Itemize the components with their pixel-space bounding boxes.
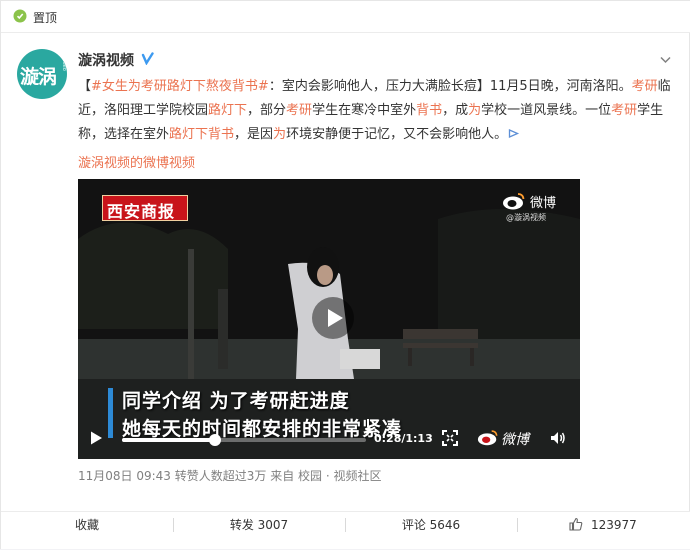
avatar-text: 漩涡 bbox=[20, 66, 57, 88]
post-text-segment: 学生在寒冷中室外 bbox=[312, 103, 417, 118]
repost-button[interactable]: 转发 3007 bbox=[173, 512, 345, 550]
pinned-bar: 置顶 bbox=[1, 1, 690, 33]
post-highlight[interactable]: 路灯下 bbox=[208, 103, 247, 118]
post-highlight[interactable]: 考研 bbox=[611, 103, 637, 118]
weibo-logo-icon bbox=[503, 193, 525, 210]
weibo-logo-icon bbox=[477, 430, 498, 446]
comment-label: 评论 5646 bbox=[401, 518, 461, 532]
post-highlight[interactable]: 考研 bbox=[286, 103, 312, 118]
pin-icon bbox=[13, 9, 27, 23]
post-highlight[interactable]: 考研 bbox=[632, 79, 658, 94]
weibo-control[interactable]: 微博 bbox=[477, 427, 537, 449]
post-text-segment: ：室内会影响他人，压力大满脸长痘】11月5日晚，河南洛阳。 bbox=[268, 79, 632, 94]
post-highlight[interactable]: #女生为考研路灯下熬夜背书# bbox=[91, 79, 269, 94]
news-logo-text: 西安商报 bbox=[107, 202, 176, 221]
post-text-segment: ，成 bbox=[442, 103, 469, 118]
progress-fill bbox=[122, 438, 215, 442]
weibo-control-text: 微博 bbox=[501, 432, 529, 448]
pin-label: 置顶 bbox=[33, 11, 58, 25]
post-highlight[interactable]: 为 bbox=[273, 127, 286, 142]
post-highlight[interactable]: 路灯下背书 bbox=[169, 127, 234, 142]
action-bar: 收藏 转发 3007 评论 5646 123977 bbox=[1, 511, 690, 549]
fullscreen-icon[interactable] bbox=[442, 430, 458, 446]
post-highlight[interactable]: 为 bbox=[468, 103, 481, 118]
repost-label: 转发 3007 bbox=[229, 518, 289, 532]
post-text: 【#女生为考研路灯下熬夜背书#：室内会影响他人，压力大满脸长痘】11月5日晚，河… bbox=[78, 75, 678, 147]
video-link-icon[interactable] bbox=[507, 127, 520, 140]
like-count: 123977 bbox=[591, 518, 637, 532]
post-meta: 11月08日 09:43 转赞人数超过3万 来自 校园 · 视频社区 bbox=[78, 469, 382, 483]
verified-icon bbox=[141, 52, 154, 65]
author-name[interactable]: 漩涡视频 bbox=[78, 50, 134, 70]
thumbs-up-icon bbox=[569, 517, 583, 531]
comment-button[interactable]: 评论 5646 bbox=[345, 512, 517, 550]
post-text-segment: 学校一道风景线。一位 bbox=[481, 103, 612, 118]
weibo-watermark-text: 微博 bbox=[530, 196, 557, 211]
source-video-link[interactable]: 漩涡视频的微博视频 bbox=[78, 152, 195, 171]
video-player[interactable]: 西安商报 微博 @漩涡视频 同学介绍 为了考研赶进度 她每天的时间都安排的非常紧… bbox=[78, 179, 580, 459]
weibo-post-card: 置顶 漩涡 video 漩涡视频 【#女生为考研路灯下熬夜背书#：室内会影响他人… bbox=[0, 0, 690, 549]
post-text-segment: 【 bbox=[78, 79, 92, 94]
play-icon[interactable] bbox=[88, 430, 104, 446]
post-text-segment: ，部分 bbox=[247, 103, 287, 118]
avatar[interactable]: 漩涡 video bbox=[17, 49, 67, 99]
favorite-label: 收藏 bbox=[74, 518, 99, 532]
post-text-segment: 环境安静便于记忆，又不会影响他人。 bbox=[286, 127, 508, 142]
like-button[interactable]: 123977 bbox=[517, 512, 689, 550]
weibo-watermark: 微博 @漩涡视频 bbox=[500, 192, 560, 226]
volume-icon[interactable] bbox=[550, 430, 566, 446]
progress-knob[interactable] bbox=[208, 434, 221, 446]
post-highlight[interactable]: 背书 bbox=[416, 103, 442, 118]
avatar-sub: video bbox=[60, 57, 67, 71]
favorite-button[interactable]: 收藏 bbox=[1, 512, 173, 550]
center-play-icon[interactable] bbox=[311, 296, 355, 340]
time-label: 0:28/1:13 bbox=[374, 432, 433, 445]
chevron-down-icon[interactable] bbox=[659, 53, 672, 66]
video-controls: 0:28/1:13 微博 bbox=[78, 417, 580, 459]
subtitle-line-1: 同学介绍 为了考研赶进度 bbox=[122, 390, 350, 412]
post-text-segment: ，是因 bbox=[234, 127, 274, 142]
weibo-watermark-handle: @漩涡视频 bbox=[506, 213, 546, 222]
news-logo: 西安商报 bbox=[102, 195, 188, 221]
progress-bar[interactable] bbox=[122, 434, 366, 446]
